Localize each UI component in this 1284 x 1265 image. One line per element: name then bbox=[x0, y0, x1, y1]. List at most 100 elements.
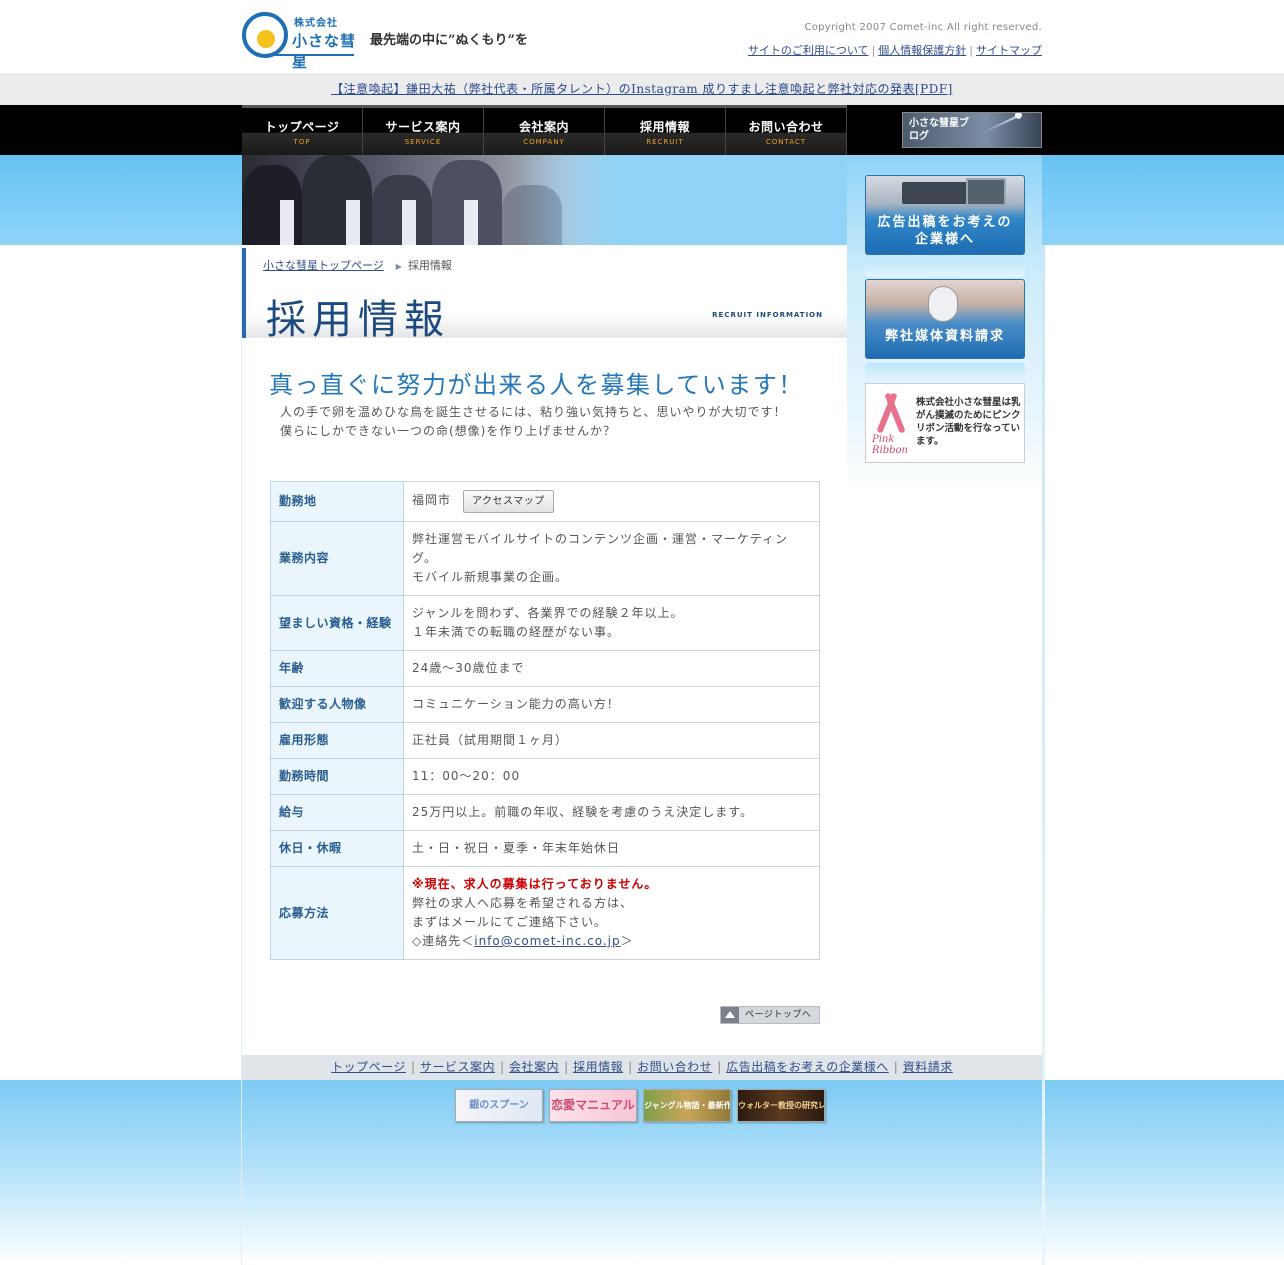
tagline: 最先端の中に”ぬくもり”を bbox=[370, 33, 528, 48]
nav-top-label: トップページ bbox=[264, 120, 340, 134]
monitor-icon bbox=[966, 178, 1006, 206]
nav-service[interactable]: サービス案内 SERVICE bbox=[363, 108, 484, 155]
breadcrumb-home-link[interactable]: 小さな彗星トップページ bbox=[263, 259, 384, 272]
nav-contact[interactable]: お問い合わせ CONTACT bbox=[726, 108, 847, 155]
notice-bar: 【注意喚起】鎌田大祐（弊社代表・所属タレント）のInstagram 成りすまし注… bbox=[0, 73, 1284, 105]
sidebar-divider bbox=[865, 363, 1025, 381]
banner-love-manual[interactable]: 恋愛マニュアル bbox=[549, 1089, 637, 1122]
duties-label: 業務内容 bbox=[270, 521, 404, 596]
application-line-1: 弊社の求人へ応募を希望される方は、 bbox=[412, 896, 634, 910]
table-row: 給与 25万円以上。前職の年収、経験を考慮のうえ決定します。 bbox=[270, 794, 820, 831]
duties-cell: 弊社運営モバイルサイトのコンテンツ企画・運営・マーケティング。モバイル新規事業の… bbox=[403, 521, 820, 596]
duties-line-1: 弊社運営モバイルサイトのコンテンツ企画・運営・マーケティング。 bbox=[412, 532, 789, 565]
blog-button[interactable]: 小さな彗星ブログ bbox=[902, 112, 1042, 148]
title-area: 小さな彗星トップページ ▶ 採用情報 採用情報 RECRUIT INFORMATIO… bbox=[242, 248, 847, 343]
duties-line-2: モバイル新規事業の企画。 bbox=[412, 570, 569, 584]
nav-company[interactable]: 会社案内 COMPANY bbox=[484, 108, 605, 155]
logo-company-type: 株式会社 bbox=[294, 18, 338, 29]
breadcrumb-arrow-icon: ▶ bbox=[395, 262, 402, 271]
media-kit-request-button[interactable]: 弊社媒体資料請求 bbox=[865, 279, 1025, 359]
advertiser-label-line-1: 広告出稿をお考えの bbox=[877, 215, 1013, 230]
sitemap-link[interactable]: サイトマップ bbox=[976, 44, 1042, 57]
application-line-2: まずはメールにてご連絡下さい。 bbox=[412, 915, 608, 929]
footer-link-recruit[interactable]: 採用情報 bbox=[573, 1060, 623, 1074]
table-row: 雇用形態 正社員（試用期間１ヶ月） bbox=[270, 722, 820, 759]
main-content: 小さな彗星トップページ ▶ 採用情報 採用情報 RECRUIT INFORMATIO… bbox=[242, 155, 847, 1055]
table-row: 休日・休暇 土・日・祝日・夏季・年末年始休日 bbox=[270, 830, 820, 867]
page-title: 採用情報 bbox=[266, 297, 450, 343]
intro-line-1: 人の手で卵を温めひな鳥を誕生させるには、粘り強い気持ちと、思いやりが大切です！ bbox=[280, 405, 787, 419]
breadcrumb-current: 採用情報 bbox=[407, 259, 452, 272]
nav-recruit-sublabel: RECRUIT bbox=[646, 138, 684, 146]
global-nav: トップページ TOP サービス案内 SERVICE 会社案内 COMPANY 採用情報… bbox=[242, 105, 847, 155]
table-row: 業務内容 弊社運営モバイルサイトのコンテンツ企画・運営・マーケティング。モバイル… bbox=[270, 521, 820, 596]
page-top-button[interactable]: ページトップへ bbox=[720, 1006, 820, 1024]
application-closed-notice: ※現在、求人の募集は行っておりません。 bbox=[412, 877, 658, 891]
footer-link-company[interactable]: 会社案内 bbox=[509, 1060, 559, 1074]
page-title-en: RECRUIT INFORMATION bbox=[712, 311, 823, 319]
pink-ribbon-icon bbox=[880, 392, 902, 432]
nav-company-sublabel: COMPANY bbox=[523, 138, 565, 146]
age-value: 24歳～30歳位まで bbox=[403, 650, 820, 687]
location-label: 勤務地 bbox=[270, 481, 404, 522]
nav-company-label: 会社案内 bbox=[518, 120, 569, 134]
contact-email-link[interactable]: info@comet-inc.co.jp bbox=[474, 934, 620, 948]
advertiser-info-button[interactable]: 広告出稿をお考えの 企業様へ bbox=[865, 175, 1025, 255]
company-logo[interactable]: 株式会社 小さな彗星 bbox=[242, 12, 357, 71]
nav-top[interactable]: トップページ TOP bbox=[242, 108, 363, 155]
application-cell: ※現在、求人の募集は行っておりません。 弊社の求人へ応募を希望される方は、 まず… bbox=[403, 866, 820, 960]
advertiser-label-line-2: 企業様へ bbox=[914, 232, 975, 247]
footer-nav: トップページ | サービス案内 | 会社案内 | 採用情報 | お問い合わせ | 広告出稿をお考えの… bbox=[242, 1055, 1042, 1080]
privacy-policy-link[interactable]: 個人情報保護方針 bbox=[878, 44, 966, 57]
location-value: 福岡市 bbox=[412, 493, 452, 507]
table-row: 望ましい資格・経験 ジャンルを問わず、各業界での経験２年以上。 １年未満での転職の… bbox=[270, 595, 820, 651]
holidays-value: 土・日・祝日・夏季・年末年始休日 bbox=[403, 830, 820, 867]
pink-ribbon-text: 株式会社小さな彗星は乳がん撲滅のためにピンクリボン活動を行なっています。 bbox=[916, 397, 1021, 447]
banner-silver-spoon[interactable]: 銀のスプーン bbox=[455, 1089, 543, 1122]
nav-service-sublabel: SERVICE bbox=[404, 138, 442, 146]
nav-recruit-label: 採用情報 bbox=[639, 120, 690, 134]
recruit-intro: 人の手で卵を温めひな鳥を誕生させるには、粘り強い気持ちと、思いやりが大切です！ … bbox=[280, 403, 787, 441]
table-row: 年齢 24歳～30歳位まで bbox=[270, 650, 820, 687]
banner-professor-report[interactable]: ウォルター教授の研究レポート bbox=[737, 1089, 825, 1122]
qualification-label: 望ましい資格・経験 bbox=[270, 595, 404, 651]
qualification-cell: ジャンルを問わず、各業界での経験２年以上。 １年未満での転職の経歴がない事。 bbox=[403, 595, 820, 651]
footer-link-advertisers[interactable]: 広告出稿をお考えの企業様へ bbox=[726, 1060, 889, 1074]
logo-company-name: 小さな彗星 bbox=[292, 32, 357, 71]
contact-prefix: ◇連絡先＜ bbox=[412, 934, 475, 948]
advertiser-button-label: 広告出稿をお考えの 企業様へ bbox=[866, 214, 1024, 248]
comet-icon bbox=[982, 114, 1020, 134]
site-usage-link[interactable]: サイトのご利用について bbox=[748, 44, 869, 57]
qualification-line-2: １年未満での転職の経歴がない事。 bbox=[412, 625, 621, 639]
notice-link[interactable]: 【注意喚起】鎌田大祐（弊社代表・所属タレント）のInstagram 成りすまし注… bbox=[331, 82, 953, 96]
mouse-icon bbox=[928, 286, 958, 322]
working-hours-label: 勤務時間 bbox=[270, 758, 404, 795]
qualification-line-1: ジャンルを問わず、各業界での経験２年以上。 bbox=[412, 606, 684, 620]
banner-jungle-story[interactable]: ジャングル物語・最新作 bbox=[643, 1089, 731, 1122]
salary-label: 給与 bbox=[270, 794, 404, 831]
footer-link-service[interactable]: サービス案内 bbox=[420, 1060, 495, 1074]
copyright-text: Copyright 2007 Comet-inc All right reser… bbox=[804, 22, 1042, 33]
arrow-up-icon bbox=[721, 1007, 739, 1023]
pink-ribbon-banner[interactable]: Pink Ribbon 株式会社小さな彗星は乳がん撲滅のためにピンクリボン活動を… bbox=[865, 383, 1025, 463]
access-map-button[interactable]: アクセスマップ bbox=[463, 490, 554, 513]
salary-value: 25万円以上。前職の年収、経験を考慮のうえ決定します。 bbox=[403, 794, 820, 831]
nav-recruit[interactable]: 採用情報 RECRUIT bbox=[605, 108, 726, 155]
nav-contact-label: お問い合わせ bbox=[748, 120, 824, 134]
ideal-person-label: 歓迎する人物像 bbox=[270, 686, 404, 723]
footer-link-top[interactable]: トップページ bbox=[331, 1060, 406, 1074]
table-row: 応募方法 ※現在、求人の募集は行っておりません。 弊社の求人へ応募を希望される方… bbox=[270, 866, 820, 960]
footer-link-documents[interactable]: 資料請求 bbox=[903, 1060, 953, 1074]
right-border bbox=[1042, 245, 1045, 1265]
employment-type-value: 正社員（試用期間１ヶ月） bbox=[403, 722, 820, 759]
employment-type-label: 雇用形態 bbox=[270, 722, 404, 759]
sidebar: 広告出稿をお考えの 企業様へ 弊社媒体資料請求 Pink Ribbon 株式会社… bbox=[847, 155, 1042, 1055]
contact-suffix: ＞ bbox=[620, 934, 634, 948]
nav-contact-sublabel: CONTACT bbox=[765, 138, 807, 146]
page-title-bar: 採用情報 RECRUIT INFORMATION bbox=[246, 283, 847, 343]
table-row: 勤務地 福岡市 アクセスマップ bbox=[270, 481, 820, 522]
sidebar-divider bbox=[865, 259, 1025, 277]
application-label: 応募方法 bbox=[270, 866, 404, 960]
breadcrumb: 小さな彗星トップページ ▶ 採用情報 bbox=[263, 257, 452, 273]
footer-link-contact[interactable]: お問い合わせ bbox=[637, 1060, 712, 1074]
